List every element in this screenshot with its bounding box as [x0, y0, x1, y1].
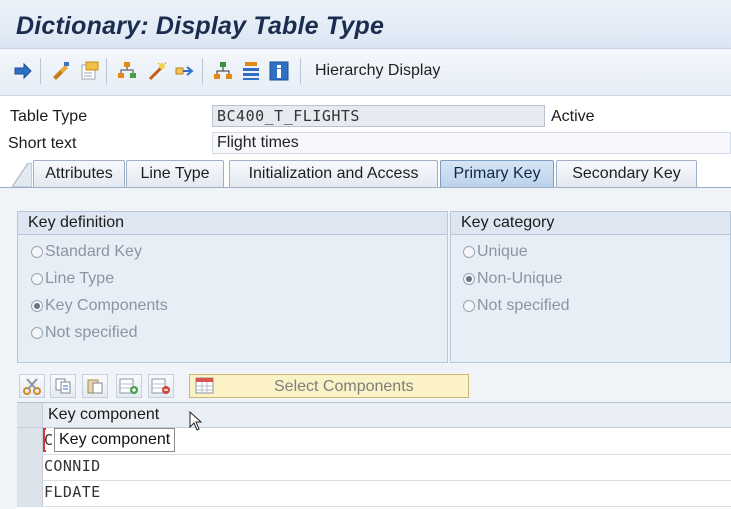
table-row: FLDATE	[17, 480, 731, 507]
radio-not-specified-category[interactable]: Not specified	[463, 296, 570, 316]
key-component-table: Key component C CONNID FLDATE	[17, 402, 731, 509]
paste-button[interactable]	[82, 374, 108, 398]
toolbar-separator	[106, 58, 107, 84]
radio-label: Unique	[477, 243, 528, 260]
radio-label: Not specified	[45, 324, 138, 341]
back-arrow-icon[interactable]	[12, 60, 34, 82]
table-row: CONNID	[17, 454, 731, 481]
info-icon[interactable]	[268, 60, 290, 82]
display-change-icon[interactable]	[50, 60, 72, 82]
paste-icon	[87, 379, 103, 394]
insert-row-button[interactable]	[116, 374, 142, 398]
radio-icon	[463, 300, 475, 312]
hierarchy-icon[interactable]	[212, 60, 234, 82]
radio-icon	[31, 327, 43, 339]
radio-standard-key[interactable]: Standard Key	[31, 242, 142, 262]
radio-unique[interactable]: Unique	[463, 242, 528, 262]
radio-line-type[interactable]: Line Type	[31, 269, 114, 289]
key-component-cell[interactable]: FLDATE	[44, 483, 101, 501]
radio-not-specified-definition[interactable]: Not specified	[31, 323, 138, 343]
select-components-button[interactable]: Select Components	[189, 374, 469, 398]
radio-label: Not specified	[477, 297, 570, 314]
where-used-icon[interactable]	[146, 60, 168, 82]
tab-initialization-and-access[interactable]: Initialization and Access	[229, 160, 438, 187]
toolbar-separator	[300, 58, 301, 84]
radio-selected-icon	[463, 273, 475, 285]
radio-label: Key Components	[45, 297, 168, 314]
key-component-cell[interactable]: CONNID	[44, 457, 101, 475]
short-text-field[interactable]: Flight times	[212, 132, 731, 154]
table-type-label: Table Type	[10, 108, 88, 125]
mouse-pointer-icon	[189, 410, 203, 431]
copy-icon	[55, 378, 71, 394]
radio-icon	[31, 273, 43, 285]
row-selector[interactable]	[17, 454, 43, 480]
key-definition-title: Key definition	[18, 212, 447, 235]
cell-focus-marker	[43, 428, 46, 452]
table-type-field[interactable]: BC400_T_FLIGHTS	[212, 105, 545, 127]
radio-selected-icon	[31, 300, 43, 312]
check-icon[interactable]	[116, 60, 138, 82]
tooltip: Key component	[54, 428, 176, 452]
tab-primary-key[interactable]: Primary Key	[440, 160, 554, 187]
select-all-cell[interactable]	[17, 403, 43, 427]
layout-icon[interactable]	[240, 60, 262, 82]
delete-row-button[interactable]	[148, 374, 174, 398]
radio-icon	[31, 246, 43, 258]
tab-line-type[interactable]: Line Type	[126, 160, 224, 187]
insert-row-icon	[119, 378, 138, 394]
key-category-title: Key category	[451, 212, 730, 235]
row-selector[interactable]	[17, 428, 43, 454]
tabstrip-edge	[11, 162, 33, 188]
cut-icon	[23, 378, 41, 395]
short-text-label: Short text	[8, 135, 77, 152]
radio-non-unique[interactable]: Non-Unique	[463, 269, 562, 289]
row-selector[interactable]	[17, 480, 43, 506]
select-components-icon	[195, 377, 214, 394]
table-header: Key component	[17, 403, 731, 428]
hierarchy-display-button[interactable]: Hierarchy Display	[315, 62, 440, 80]
toolbar-separator	[40, 58, 41, 84]
radio-label: Non-Unique	[477, 270, 563, 287]
window-title: Dictionary: Display Table Type	[16, 12, 385, 40]
tab-secondary-key[interactable]: Secondary Key	[556, 160, 697, 187]
delete-row-icon	[151, 378, 170, 394]
radio-key-components[interactable]: Key Components	[31, 296, 168, 316]
status-text: Active	[551, 108, 595, 125]
cut-button[interactable]	[19, 374, 45, 398]
activate-icon[interactable]	[78, 60, 100, 82]
tab-attributes[interactable]: Attributes	[33, 160, 125, 187]
radio-icon	[463, 246, 475, 258]
select-components-label: Select Components	[274, 378, 414, 395]
column-header-key-component[interactable]: Key component	[48, 406, 159, 424]
radio-label: Standard Key	[45, 243, 142, 260]
copy-button[interactable]	[50, 374, 76, 398]
toolbar-separator	[202, 58, 203, 84]
navigate-icon[interactable]	[174, 60, 196, 82]
radio-label: Line Type	[45, 270, 115, 287]
